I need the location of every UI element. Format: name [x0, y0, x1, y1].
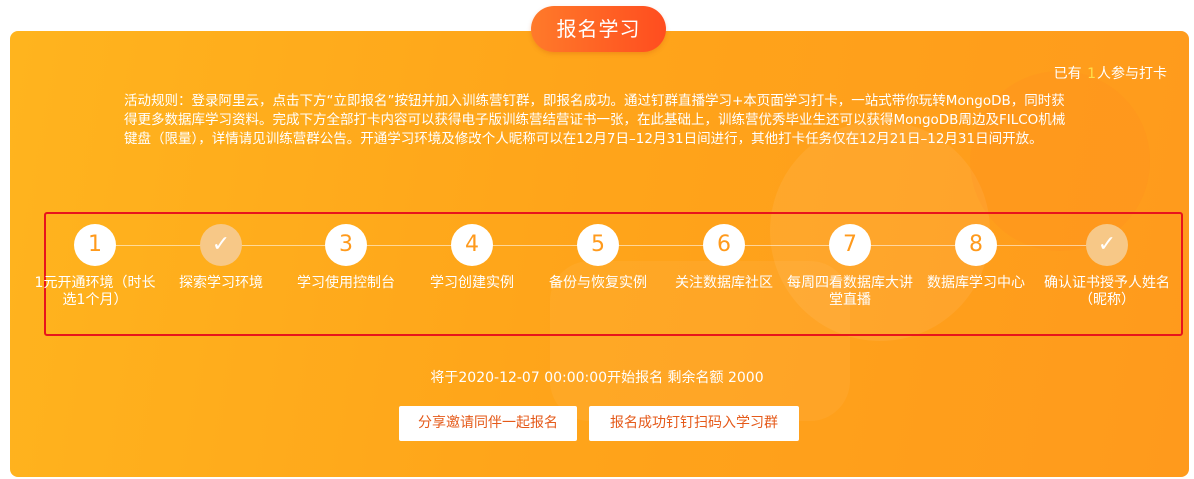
- step-label: 数据库学习中心: [927, 275, 1025, 291]
- signup-start-info: 将于2020-12-07 00:00:00开始报名 剩余名额 2000: [430, 370, 764, 386]
- join-study-group-button[interactable]: 报名成功钉钉扫码入学习群: [589, 406, 799, 441]
- participant-prefix: 已有: [1053, 66, 1082, 82]
- step-label: 确认证书授予人姓名（昵称）: [1044, 275, 1170, 308]
- step-item[interactable]: 3 学习使用控制台: [283, 224, 409, 292]
- participant-number: 1: [1087, 66, 1096, 82]
- page-title: 报名学习: [531, 6, 666, 52]
- check-icon: ✓: [1086, 224, 1128, 266]
- step-label: 1元开通环境（时长选1个月）: [34, 275, 156, 308]
- step-label: 备份与恢复实例: [549, 275, 647, 291]
- step-label: 学习创建实例: [430, 275, 514, 291]
- participant-suffix: 人参与打卡: [1097, 66, 1167, 82]
- step-item[interactable]: 7 每周四看数据库大讲堂直播: [787, 224, 913, 309]
- step-label: 关注数据库社区: [675, 275, 773, 291]
- check-icon: ✓: [200, 224, 242, 266]
- step-item[interactable]: ✓ 确认证书授予人姓名（昵称）: [1044, 224, 1170, 309]
- step-item[interactable]: 6 关注数据库社区: [661, 224, 787, 292]
- step-number-circle: 7: [829, 224, 871, 266]
- activity-rules: 活动规则：登录阿里云，点击下方“立即报名”按钮并加入训练营钉群，即报名成功。通过…: [124, 93, 1066, 147]
- step-item[interactable]: 8 数据库学习中心: [913, 224, 1039, 292]
- step-number-circle: 6: [703, 224, 745, 266]
- step-item[interactable]: 4 学习创建实例: [409, 224, 535, 292]
- step-number-circle: 5: [577, 224, 619, 266]
- step-number-circle: 8: [955, 224, 997, 266]
- share-invite-button[interactable]: 分享邀请同伴一起报名: [399, 406, 577, 441]
- step-number-circle: 1: [74, 224, 116, 266]
- participant-count: 已有 1人参与打卡: [1054, 63, 1167, 83]
- step-label: 探索学习环境: [179, 275, 263, 291]
- step-item[interactable]: ✓ 探索学习环境: [158, 224, 284, 292]
- step-item[interactable]: 5 备份与恢复实例: [535, 224, 661, 292]
- step-item[interactable]: 1 1元开通环境（时长选1个月）: [32, 224, 158, 309]
- step-number-circle: 4: [451, 224, 493, 266]
- step-label: 学习使用控制台: [297, 275, 395, 291]
- step-number-circle: 3: [325, 224, 367, 266]
- step-label: 每周四看数据库大讲堂直播: [787, 275, 913, 308]
